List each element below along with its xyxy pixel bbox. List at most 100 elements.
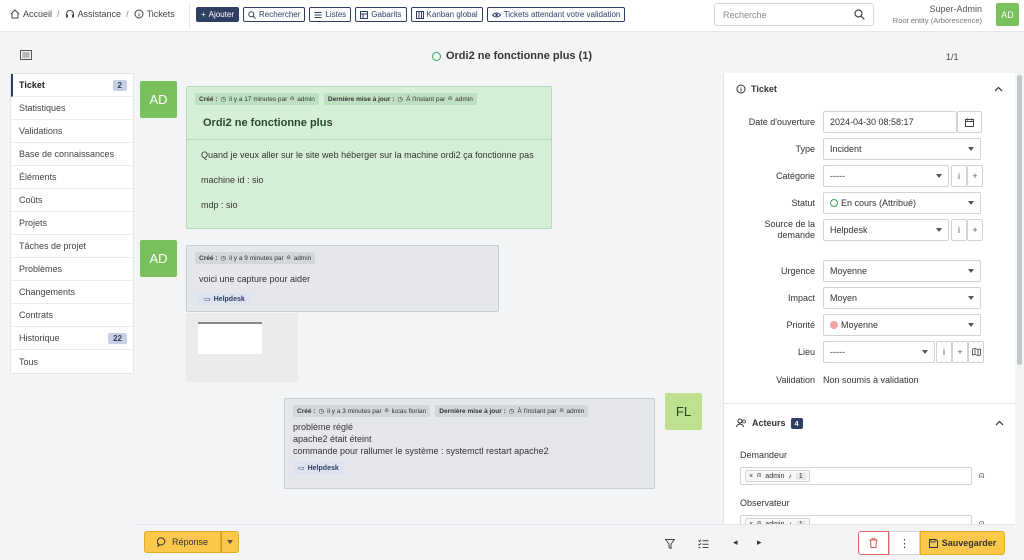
tab-validations[interactable]: Validations	[11, 120, 133, 143]
chevron-down-icon	[968, 323, 974, 327]
reply-button[interactable]: Réponse	[144, 531, 222, 553]
breadcrumb-separator: /	[126, 9, 129, 19]
chevron-up-icon	[995, 420, 1004, 426]
description-line: machine id : sio	[201, 175, 264, 185]
lists-button[interactable]: Listes	[309, 7, 352, 22]
category-select[interactable]: -----	[823, 165, 949, 187]
info-button[interactable]: i	[936, 341, 952, 363]
add-category-button[interactable]: +	[967, 165, 983, 187]
ticket-tabs: Ticket 2 Statistiques Validations Base de…	[10, 73, 134, 374]
ticket-section-header[interactable]: Ticket	[724, 73, 1015, 104]
created-user[interactable]: admin	[297, 96, 315, 103]
screenshot-thumbnail[interactable]	[186, 313, 298, 382]
tab-all[interactable]: Tous	[11, 350, 133, 373]
breadcrumb-tickets[interactable]: Tickets	[134, 9, 175, 19]
priority-select[interactable]: Moyenne	[823, 314, 981, 336]
tab-ticket[interactable]: Ticket 2	[11, 74, 133, 97]
templates-button[interactable]: Gabarits	[355, 7, 407, 22]
updated-time: À l'instant par	[517, 407, 557, 415]
breadcrumb-home[interactable]: Accueil	[10, 9, 52, 19]
global-search-input[interactable]: Recherche	[714, 3, 874, 26]
tab-statistics[interactable]: Statistiques	[11, 97, 133, 120]
tab-costs[interactable]: Coûts	[11, 189, 133, 212]
user-avatar[interactable]: AD	[996, 3, 1019, 26]
tab-label: Ticket	[19, 80, 45, 90]
add-button[interactable]: + Ajouter	[196, 7, 240, 22]
status-circle-icon	[830, 199, 838, 207]
created-user[interactable]: lucas florian	[392, 408, 427, 415]
user-name: Super-Admin	[929, 4, 982, 14]
open-date-field[interactable]: 2024-04-30 08:58:17	[823, 111, 957, 133]
bell-icon[interactable]: ♪	[788, 473, 792, 480]
filter-icon[interactable]	[665, 539, 675, 549]
request-source-row: Source de la demande Helpdesk i +	[724, 218, 1015, 248]
divider	[189, 4, 190, 28]
urgency-select[interactable]: Moyenne	[823, 260, 981, 282]
created-meta: Créé : ◷ il y a 3 minutes par ⍝ lucas floria…	[293, 405, 431, 417]
add-source-button[interactable]: +	[967, 219, 983, 241]
field-value: 2024-04-30 08:58:17	[830, 117, 914, 127]
tab-contracts[interactable]: Contrats	[11, 304, 133, 327]
tab-label: Validations	[19, 126, 63, 136]
calendar-icon[interactable]	[957, 111, 982, 133]
save-button[interactable]: Sauvegarder	[920, 531, 1005, 555]
tab-problems[interactable]: Problèmes	[11, 258, 133, 281]
requester-field[interactable]: × ⍝ admin ♪ 1	[740, 467, 972, 485]
reply-dropdown[interactable]	[221, 531, 240, 553]
more-actions-button[interactable]: ⋮	[889, 531, 920, 555]
description-title: Ordi2 ne fonctionne plus	[203, 117, 333, 129]
search-button[interactable]: Rechercher	[243, 7, 306, 22]
plus-icon: +	[957, 347, 963, 357]
tab-badge: 2	[112, 79, 127, 91]
previous-arrow-icon[interactable]: ◂	[733, 537, 738, 548]
map-button[interactable]	[968, 341, 984, 363]
timeline-footer: Réponse	[134, 524, 723, 560]
headset-icon	[65, 10, 74, 18]
remove-icon[interactable]: ×	[749, 473, 753, 480]
chevron-down-icon	[968, 296, 974, 300]
created-user[interactable]: admin	[294, 255, 312, 262]
tab-project-tasks[interactable]: Tâches de projet	[11, 235, 133, 258]
tab-label: Éléments	[19, 172, 57, 182]
chevron-up-icon	[994, 86, 1003, 91]
search-icon[interactable]	[854, 9, 865, 20]
tab-label: Projets	[19, 218, 48, 228]
top-bar: Accueil / Assistance / Tickets + Ajouter …	[0, 0, 1024, 32]
add-location-button[interactable]: +	[952, 341, 968, 363]
request-source-select[interactable]: Helpdesk	[823, 219, 949, 241]
field-label: Type	[795, 144, 815, 154]
ticket-description: Créé : ◷ il y a 17 minutes par ⍝ admin Derni…	[186, 86, 552, 229]
next-arrow-icon[interactable]: ▸	[757, 537, 762, 548]
type-select[interactable]: Incident	[823, 138, 981, 160]
tab-knowledge-base[interactable]: Base de connaissances	[11, 143, 133, 166]
inbox-icon: ▭	[298, 465, 305, 472]
breadcrumb-assistance[interactable]: Assistance	[65, 9, 122, 19]
info-button[interactable]: i	[951, 219, 967, 241]
field-value: Moyenne	[841, 320, 879, 330]
info-button[interactable]: i	[951, 165, 967, 187]
user-menu[interactable]: Super-Admin Root entity (Arborescence)	[893, 4, 982, 25]
list-check-icon[interactable]	[698, 539, 709, 549]
updated-user[interactable]: admin	[567, 408, 585, 415]
tab-items[interactable]: Éléments	[11, 166, 133, 189]
location-select[interactable]: -----	[823, 341, 935, 363]
pending-validation-button[interactable]: Tickets attendant votre validation	[486, 7, 626, 22]
tab-projects[interactable]: Projets	[11, 212, 133, 235]
tab-history[interactable]: Historique 22	[11, 327, 133, 350]
impact-select[interactable]: Moyen	[823, 287, 981, 309]
observer-field[interactable]: × ⍝ admin ♪ 1	[740, 515, 972, 524]
created-time: il y a 3 minutes par	[327, 407, 382, 415]
followup-text: voici une capture pour aider	[199, 274, 311, 284]
status-select[interactable]: En cours (Attribué)	[823, 192, 981, 214]
actors-section-header[interactable]: Acteurs 4	[724, 404, 1015, 442]
breadcrumb-assistance-label: Assistance	[77, 9, 122, 19]
kanban-button[interactable]: Kanban global	[410, 7, 483, 22]
delete-button[interactable]	[858, 531, 889, 555]
tab-changes[interactable]: Changements	[11, 281, 133, 304]
assign-myself-icon[interactable]: ⍝	[979, 470, 984, 481]
chevron-down-icon	[936, 174, 942, 178]
updated-user[interactable]: admin	[455, 96, 473, 103]
side-footer: ◂ ▸ ⋮ Sauvegarder	[723, 524, 1015, 560]
scrollbar[interactable]	[1015, 73, 1024, 560]
scrollbar-thumb[interactable]	[1017, 75, 1022, 365]
